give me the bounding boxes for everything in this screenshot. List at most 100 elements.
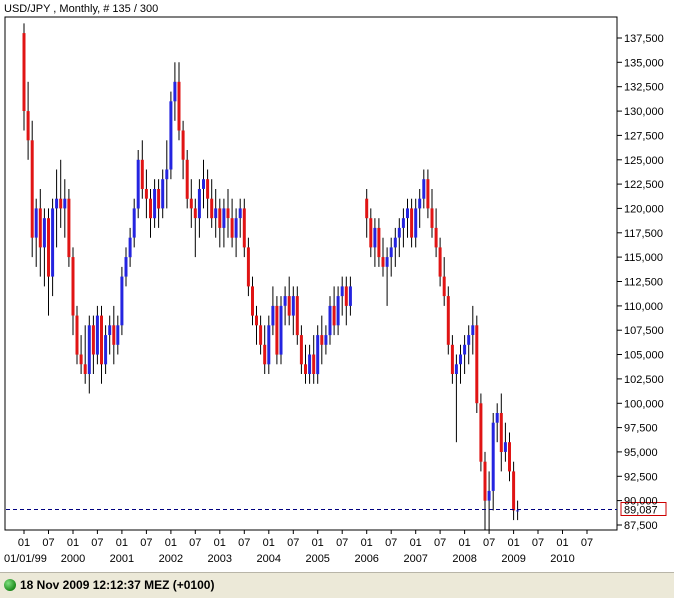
candle-body — [95, 315, 99, 355]
candle-body — [71, 257, 75, 316]
candle-body — [287, 296, 291, 316]
candle-body — [218, 208, 222, 228]
candle-body — [42, 218, 46, 248]
x-tick-label: 01 — [556, 537, 568, 549]
x-year-label: 2004 — [257, 553, 281, 565]
y-tick-label: 125,000 — [624, 155, 664, 167]
candle-body — [226, 208, 230, 219]
x-year-label: 2002 — [159, 553, 183, 565]
candle-body — [516, 510, 520, 512]
price-axis[interactable]: 87,500 90,000 92,500 95,000 97,500 100,000 102… — [617, 33, 664, 532]
candle-body — [467, 335, 471, 345]
time-axis[interactable]: 01 07 01 07 01 07 01 07 01 07 01 07 01 07 01 07 01 07 01 07… — [4, 530, 593, 565]
candle-body — [503, 442, 507, 452]
x-year-label: 2005 — [305, 553, 329, 565]
candle-body — [242, 208, 246, 248]
candle-body — [51, 208, 55, 277]
candle-body — [471, 325, 475, 335]
y-tick-label: 132,500 — [624, 82, 664, 94]
candle-body — [267, 325, 271, 365]
candle — [479, 393, 483, 472]
candle-body — [87, 325, 91, 374]
x-tick-label: 07 — [238, 537, 250, 549]
candle-body — [63, 198, 67, 209]
x-tick-label: 07 — [140, 537, 152, 549]
candle-body — [38, 208, 42, 248]
x-year-label: 2009 — [501, 553, 525, 565]
candle-body — [377, 227, 381, 258]
candle-body — [100, 315, 103, 365]
y-tick-label: 100,000 — [624, 398, 664, 410]
candle-body — [259, 325, 263, 345]
candle-body — [316, 335, 320, 375]
candle-body — [312, 354, 316, 374]
x-tick-label: 07 — [287, 537, 299, 549]
candle-body — [271, 305, 275, 326]
chart-window: USD/JPY , Monthly, # 135 / 300 89,087 87… — [0, 0, 674, 572]
candle-body — [430, 208, 434, 228]
candle-body — [414, 208, 418, 238]
y-tick-label: 87,500 — [624, 520, 658, 532]
y-tick-label: 122,500 — [624, 179, 664, 191]
x-tick-label: 01 — [263, 537, 275, 549]
status-bar: 18 Nov 2009 12:12:37 MEZ (+0100) — [0, 572, 674, 598]
candle-body — [246, 247, 250, 287]
candle-body — [206, 179, 210, 199]
y-tick-label: 110,000 — [624, 301, 663, 313]
candle-body — [487, 490, 491, 501]
y-tick-label: 137,500 — [624, 33, 664, 45]
candle-body — [348, 286, 352, 306]
candle-body — [450, 344, 454, 374]
y-tick-label: 97,500 — [624, 423, 658, 435]
candle-body — [373, 227, 377, 248]
candle-body — [234, 218, 238, 238]
candle-body — [459, 354, 462, 365]
x-tick-label: 07 — [532, 537, 544, 549]
candle-body — [238, 208, 242, 219]
candle-body — [495, 413, 499, 423]
candle-body — [454, 364, 458, 374]
candle-body — [26, 111, 30, 141]
x-tick-label: 07 — [189, 537, 201, 549]
candle-body — [144, 189, 148, 199]
candle-body — [104, 335, 108, 365]
candle — [136, 150, 140, 219]
y-tick-label: 95,000 — [624, 447, 658, 459]
candle-body — [275, 305, 279, 355]
candle-body — [222, 208, 226, 228]
candle-body — [230, 218, 234, 238]
candle-body — [193, 208, 197, 219]
candle-body — [67, 198, 71, 258]
x-tick-label: 01 — [165, 537, 177, 549]
candle-body — [283, 296, 287, 306]
candle-body — [169, 101, 173, 170]
candle — [169, 91, 173, 180]
candle-body — [442, 276, 446, 297]
status-timestamp: 18 Nov 2009 12:12:37 MEZ (+0100) — [20, 578, 215, 592]
candle-body — [499, 413, 503, 452]
candle-body — [136, 159, 140, 209]
candle-body — [426, 179, 430, 209]
candle-body — [197, 189, 201, 219]
candle-body — [75, 315, 79, 355]
candle — [275, 296, 279, 365]
candlestick-chart[interactable]: 89,087 87,50090,00092,50095,00097,500100… — [0, 0, 674, 572]
x-tick-label: 01 — [361, 537, 373, 549]
candle-body — [116, 325, 120, 345]
candle-body — [299, 335, 303, 365]
x-tick-label: 07 — [91, 537, 103, 549]
candle-body — [291, 296, 295, 316]
y-tick-label: 107,500 — [624, 325, 664, 337]
candle — [30, 120, 34, 258]
candle-body — [112, 325, 116, 345]
candle-body — [483, 461, 487, 501]
x-tick-label: 01 — [214, 537, 226, 549]
candle-body — [418, 198, 422, 209]
candle-body — [185, 159, 189, 199]
candle-body — [328, 305, 332, 336]
x-tick-label: 07 — [434, 537, 446, 549]
y-tick-label: 117,500 — [624, 228, 663, 240]
x-tick-label: 01 — [18, 537, 30, 549]
candle-body — [304, 364, 307, 374]
candle-body — [401, 218, 405, 228]
